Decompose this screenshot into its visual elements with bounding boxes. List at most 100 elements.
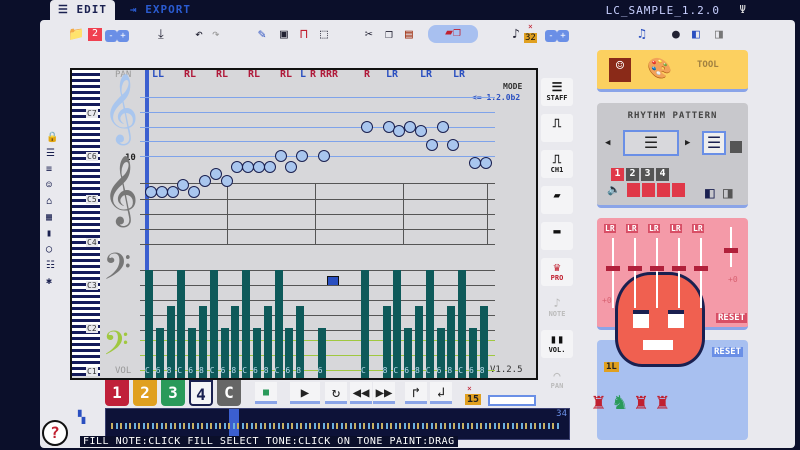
channel-knob[interactable] — [606, 266, 620, 271]
channel-pan-label[interactable]: LR — [626, 224, 638, 233]
paste-pattern-icon[interactable]: ◨ — [723, 183, 733, 202]
pan-mark[interactable]: RL — [280, 69, 292, 80]
paste-icon[interactable]: ▤ — [405, 27, 413, 42]
note[interactable] — [479, 157, 492, 170]
note[interactable] — [155, 185, 168, 198]
cut-icon[interactable]: ✂ — [365, 27, 373, 42]
note[interactable] — [220, 175, 233, 188]
channel-slider[interactable] — [678, 238, 680, 308]
copy-icon[interactable]: ❐ — [385, 27, 393, 42]
volume-bar[interactable] — [242, 270, 251, 378]
undo-icon[interactable]: ↶ — [195, 27, 203, 42]
reset-speed-button[interactable]: RESET — [712, 347, 744, 357]
pattern-1-button[interactable]: 1 — [611, 168, 624, 181]
volume-bar[interactable] — [274, 270, 283, 378]
tool-button-6[interactable]: ♪ NOTE — [541, 294, 573, 322]
loop-button[interactable]: ↻ — [325, 382, 347, 404]
pan-mark[interactable]: RRR — [320, 69, 338, 80]
channel-slider[interactable] — [612, 238, 614, 308]
forward-button[interactable]: ▶▶ — [373, 382, 395, 404]
pan-mark[interactable]: LR — [420, 69, 432, 80]
note[interactable] — [436, 121, 449, 134]
rhythm-sound-buttons[interactable] — [627, 183, 687, 197]
track-button-4[interactable]: 4 — [189, 380, 213, 406]
minus-length-button[interactable]: - — [545, 30, 557, 42]
pattern-4-button[interactable]: 4 — [656, 168, 669, 181]
folder-icon[interactable]: 📁 — [68, 27, 84, 42]
track-button-2[interactable]: 2 — [133, 380, 157, 406]
volume-bar[interactable] — [145, 270, 153, 378]
note[interactable] — [415, 124, 427, 137]
tool-button-4[interactable]: ▬ — [541, 222, 573, 250]
reset-mixer-button[interactable]: RESET — [716, 313, 748, 323]
window-icon[interactable]: ◧ — [692, 27, 700, 42]
volume-bar[interactable] — [393, 270, 402, 378]
select-icon[interactable]: ⬚ — [320, 27, 328, 42]
tab-edit[interactable]: ☰ EDIT — [50, 0, 115, 20]
pan-mark[interactable]: R — [310, 69, 316, 80]
channel-pan-label[interactable]: LR — [604, 224, 616, 233]
pan-mark[interactable]: L — [300, 69, 306, 80]
pattern-3-button[interactable]: 3 — [641, 168, 654, 181]
pattern-close-icon[interactable] — [730, 141, 742, 153]
next-pattern-icon[interactable]: ▶ — [685, 138, 690, 148]
redo-icon[interactable]: ↷ — [212, 27, 220, 42]
book-icon[interactable]: ☺ — [609, 58, 631, 82]
rewind-button[interactable]: ◀◀ — [350, 382, 372, 404]
palette-icon[interactable]: 🎨 — [647, 56, 672, 80]
tab-export[interactable]: ⇥ EXPORT — [122, 0, 199, 20]
channel-pan-label[interactable]: LR — [648, 224, 660, 233]
minus-button[interactable]: - — [105, 30, 117, 42]
pan-mark[interactable]: R — [364, 69, 370, 80]
return-button[interactable]: ↲ — [430, 382, 452, 404]
pattern-preview[interactable]: ☰ — [623, 130, 679, 156]
pan-mark[interactable]: RL — [184, 69, 196, 80]
help-icon[interactable]: ? — [42, 420, 68, 446]
tool-button-7[interactable]: ▮▮ VOL. — [541, 330, 573, 358]
pencil-icon[interactable]: ✎ — [258, 27, 266, 42]
note[interactable] — [425, 139, 438, 152]
pattern-option-button[interactable]: ☰ — [702, 131, 726, 155]
note[interactable] — [263, 160, 276, 173]
volume-bar[interactable] — [361, 270, 369, 378]
tool-button-8[interactable]: ⌒ PAN — [541, 366, 573, 394]
paint-mode-button[interactable]: ▰❐ — [428, 25, 478, 43]
speed-slider[interactable] — [488, 395, 536, 406]
plus-button[interactable]: + — [117, 30, 129, 42]
pan-mark[interactable]: RL — [216, 69, 228, 80]
download-icon[interactable]: ⤓ — [158, 27, 164, 42]
plus-length-button[interactable]: + — [557, 30, 569, 42]
bomb-icon[interactable]: ● — [672, 27, 680, 42]
track-button-3[interactable]: 3 — [161, 380, 185, 406]
note[interactable] — [274, 150, 287, 163]
channel-pan-label[interactable]: LR — [670, 224, 682, 233]
note[interactable] — [209, 167, 222, 180]
fill-icon[interactable]: ⊓ — [300, 27, 308, 42]
channel-knob[interactable] — [650, 266, 664, 271]
tool-button-2[interactable]: ⎍ CH1 — [541, 150, 573, 178]
track-button-C[interactable]: C — [217, 380, 241, 406]
channel-slider[interactable] — [656, 238, 658, 308]
note[interactable] — [317, 150, 330, 163]
volume-bar[interactable] — [425, 270, 434, 378]
window2-icon[interactable]: ◨ — [715, 27, 723, 42]
channel-knob[interactable] — [628, 266, 642, 271]
channel-pan-label[interactable]: LR — [692, 224, 704, 233]
stop-button[interactable]: ■ — [255, 382, 277, 404]
eraser-icon[interactable]: ▣ — [280, 27, 288, 42]
volume-bar[interactable] — [177, 270, 186, 378]
channel-slider[interactable] — [634, 238, 636, 308]
tool-button-5[interactable]: ♛ PRO — [541, 258, 573, 286]
minimap-toggle-icon[interactable]: ▚ — [78, 410, 85, 424]
channel-knob[interactable] — [694, 266, 708, 271]
pan-mark[interactable]: LR — [453, 69, 465, 80]
tool-button-1[interactable]: ⎍ — [541, 114, 573, 142]
pan-mark[interactable]: LR — [386, 69, 398, 80]
repeat-button[interactable]: ↱ — [405, 382, 427, 404]
music-settings-icon[interactable]: ♫ — [638, 27, 646, 42]
copy-pattern-icon[interactable]: ◧ — [705, 183, 715, 202]
channel-slider[interactable] — [700, 238, 702, 308]
pattern-2-button[interactable]: 2 — [626, 168, 639, 181]
note[interactable] — [199, 175, 211, 188]
master-knob[interactable] — [724, 248, 738, 253]
